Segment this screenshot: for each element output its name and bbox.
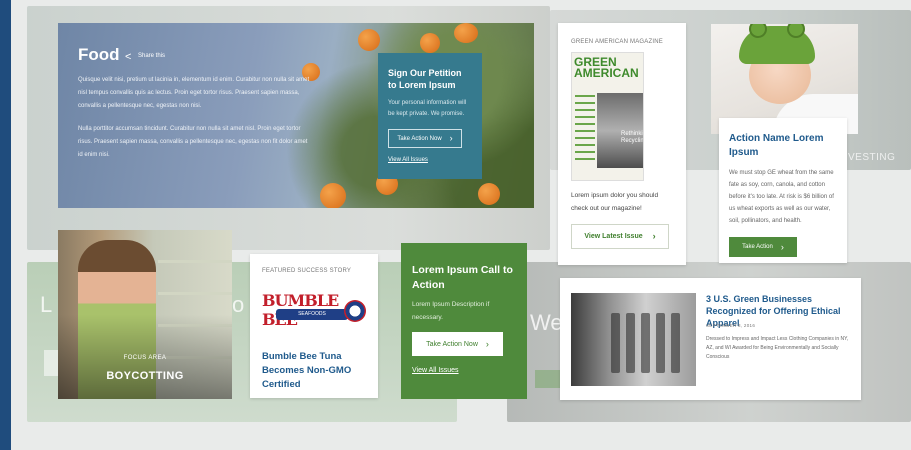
orange-image: [358, 29, 380, 51]
background-text: L: [40, 292, 53, 317]
button-label: Take Action Now: [426, 340, 478, 348]
view-latest-issue-button[interactable]: View Latest Issue ›: [571, 224, 669, 249]
success-story-label: FEATURED SUCCESS STORY: [262, 268, 352, 274]
action-card: Action Name Lorem Ipsum We must stop GE …: [719, 118, 847, 263]
article-date: SEPTEMBER 8, 2016: [706, 323, 756, 328]
cta-title: Lorem Ipsum Call to Action: [412, 264, 513, 291]
chevron-right-icon: ›: [449, 133, 453, 143]
hero-description: Quisque velit nisi, pretium ut lacinia i…: [78, 74, 313, 162]
petition-title: Sign Our Petition to Lorem Ipsum: [388, 68, 462, 90]
background-text: o: [232, 292, 245, 317]
button-label: Take Action: [742, 244, 773, 250]
magazine-logo-line: AMERICAN: [574, 66, 639, 80]
take-action-now-button[interactable]: Take Action Now ›: [412, 332, 503, 356]
chevron-right-icon: ›: [780, 241, 784, 252]
magazine-logo: GREEN AMERICAN: [574, 56, 639, 80]
take-action-now-button[interactable]: Take Action Now ›: [388, 129, 462, 148]
article-description: Dressed to Impress and Impact Less Cloth…: [706, 336, 849, 360]
page-title: Food: [78, 45, 120, 64]
magazine-cover-image[interactable]: GREEN AMERICAN Rethinking Recycling: [571, 52, 644, 181]
background-text: VESTING: [848, 152, 896, 163]
bumble-bee-logo: BUMBLE BEE SEAFOODS: [262, 287, 366, 329]
petition-box: Sign Our Petition to Lorem Ipsum Your pe…: [378, 53, 482, 179]
success-story-title: Bumble Bee Tuna Becomes Non-GMO Certifie…: [262, 351, 352, 390]
action-description: We must stop GE wheat from the same fate…: [729, 170, 834, 224]
orange-image: [478, 183, 500, 205]
take-action-button[interactable]: Take Action ›: [729, 237, 797, 257]
view-all-issues-link[interactable]: View All Issues: [412, 367, 516, 374]
button-label: View Latest Issue: [584, 233, 643, 240]
orange-image: [454, 23, 478, 43]
hero-paragraph: Nulla porttitor accumsan tincidunt. Cura…: [78, 126, 308, 158]
hero-paragraph: Quisque velit nisi, pretium ut lacinia i…: [78, 77, 310, 109]
orange-image: [420, 33, 440, 53]
action-title[interactable]: Action Name Lorem Ipsum: [729, 132, 837, 160]
share-icon[interactable]: <: [125, 51, 131, 63]
side-accent-strip: [0, 0, 11, 450]
cover-headline: Rethinking Recycling: [621, 131, 644, 144]
article-card[interactable]: 3 U.S. Green Businesses Recognized for O…: [560, 278, 861, 400]
chevron-right-icon: ›: [485, 338, 489, 349]
call-to-action-box: Lorem Ipsum Call to Action Lorem Ipsum D…: [401, 243, 527, 399]
cta-description: Lorem Ipsum Description if necessary.: [412, 301, 490, 321]
orange-image: [320, 183, 346, 208]
magazine-label: GREEN AMERICAN MAGAZINE: [571, 39, 663, 45]
button-label: Take Action Now: [397, 135, 442, 142]
clothing-rack-image: [571, 293, 696, 386]
cover-text-lines: [575, 95, 595, 165]
petition-description: Your personal information will be kept p…: [388, 100, 467, 117]
magazine-description: Lorem ipsum dolor you should check out o…: [571, 192, 659, 212]
focus-area-card[interactable]: FOCUS AREA BOYCOTTING: [58, 230, 232, 399]
share-link[interactable]: Share this: [138, 53, 165, 59]
view-all-issues-link[interactable]: View All Issues: [388, 157, 472, 163]
focus-area-title: BOYCOTTING: [106, 370, 184, 382]
magazine-card: GREEN AMERICAN MAGAZINE GREEN AMERICAN R…: [558, 23, 686, 265]
focus-area-label: FOCUS AREA: [123, 355, 167, 361]
success-story-card[interactable]: FEATURED SUCCESS STORY BUMBLE BEE SEAFOO…: [250, 254, 378, 398]
background-text: We: [530, 310, 563, 335]
chevron-right-icon: ›: [652, 231, 656, 241]
